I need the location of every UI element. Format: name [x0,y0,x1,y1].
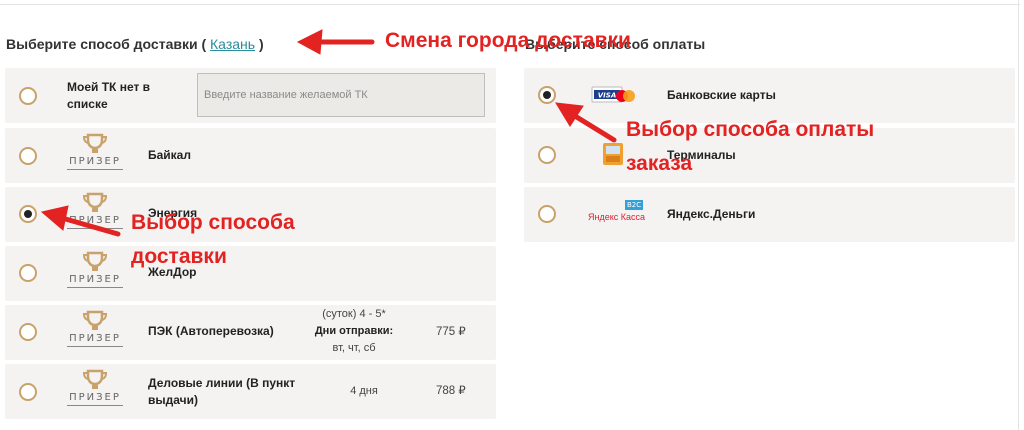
visa-mastercard-icon: VISA [591,86,635,103]
yandex-kassa-logo: B2C Яндекс Касса [588,200,646,226]
radio-delivery[interactable] [19,264,37,282]
radio-payment[interactable] [538,146,556,164]
top-divider [0,4,1020,5]
right-divider [1018,0,1019,430]
delivery-price: 788 ₽ [436,385,466,397]
yandex-kassa-text: Яндекс Касса [588,212,646,222]
trophy-icon [82,192,108,212]
radio-custom-tk[interactable] [19,87,37,105]
annotation-delivery-line1: Выбор способа [131,211,295,234]
trophy-icon [82,133,108,153]
visa-logo-text: VISA [598,92,616,100]
radio-delivery-selected[interactable] [19,205,37,223]
delivery-title: Выберите способ доставки ( Казань ) [6,36,264,52]
logo-underline [67,346,123,347]
prizer-logo: ПРИЗЕР [64,133,126,179]
annotation-delivery-line2: доставки [131,245,227,268]
logo-underline [67,405,123,406]
prizer-word: ПРИЗЕР [69,392,121,403]
b2c-badge: B2C [625,200,644,210]
city-link[interactable]: Казань [210,36,255,52]
term-ship-days-label: Дни отправки: [314,325,394,337]
prizer-logo: ПРИЗЕР [64,310,126,356]
delivery-price: 775 ₽ [436,326,466,338]
prizer-word: ПРИЗЕР [69,156,121,167]
term-ship-days: вт, чт, сб [332,342,376,354]
radio-delivery[interactable] [19,323,37,341]
terminal-logo [600,140,626,168]
delivery-name: Деловые линии (В пункт выдачи) [148,376,296,407]
annotation-payment-line1: Выбор способа оплаты [626,118,875,141]
terminal-icon [603,143,623,165]
delivery-term: 4 дня [350,385,378,397]
prizer-logo: ПРИЗЕР [64,192,126,238]
prizer-word: ПРИЗЕР [69,215,121,226]
delivery-title-text: Выберите способ доставки ( [6,36,207,52]
radio-delivery[interactable] [19,383,37,401]
logo-underline [67,169,123,170]
annotation-payment-line2: заказа [626,152,693,175]
prizer-word: ПРИЗЕР [69,274,121,285]
trophy-icon [82,310,108,330]
custom-tk-label: Моей ТК нет в списке [67,80,151,111]
trophy-icon [82,369,108,389]
radio-delivery[interactable] [19,147,37,165]
trophy-icon [82,251,108,271]
payment-name: Яндекс.Деньги [667,207,756,221]
prizer-logo: ПРИЗЕР [64,369,126,415]
bank-cards-logo: VISA [588,84,642,106]
prizer-logo: ПРИЗЕР [64,251,126,297]
radio-payment[interactable] [538,205,556,223]
radio-payment-selected[interactable] [538,86,556,104]
delivery-title-close: ) [258,36,264,52]
logo-underline [67,287,123,288]
delivery-term: (суток) 4 - 5* Дни отправки: вт, чт, сб [300,306,408,357]
delivery-name: Байкал [148,148,191,162]
delivery-name: ПЭК (Автоперевозка) [148,324,274,338]
annotation-city-change: Смена города доставки [385,29,631,52]
custom-tk-input[interactable] [197,73,485,117]
prizer-word: ПРИЗЕР [69,333,121,344]
term-days: (суток) 4 - 5* [322,308,386,320]
logo-underline [67,228,123,229]
payment-name: Банковские карты [667,88,776,102]
